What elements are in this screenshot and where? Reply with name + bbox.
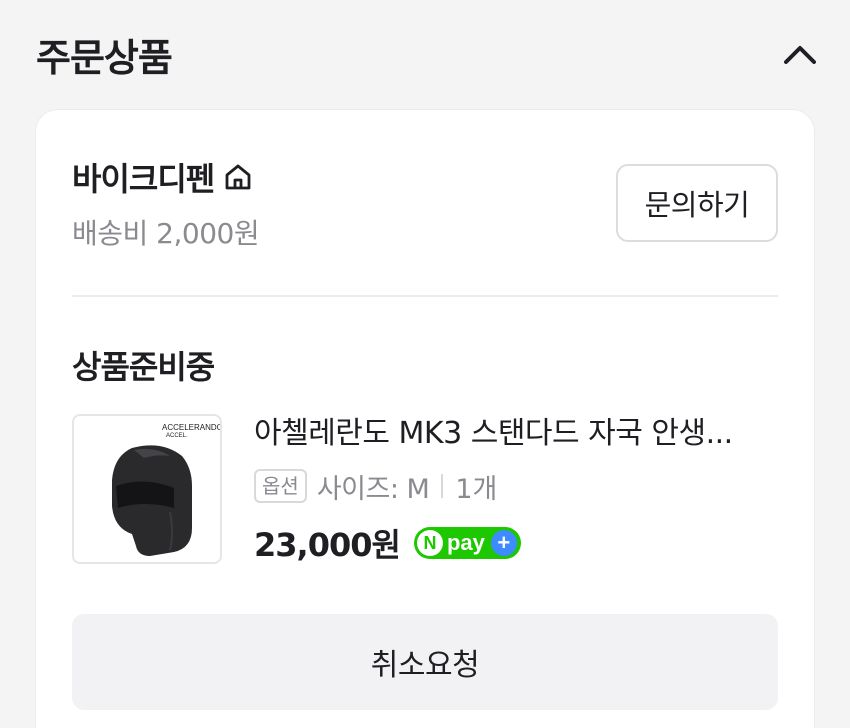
home-icon [225,164,251,190]
product-thumbnail[interactable]: ACCELERANDO ACCEL. [72,414,222,564]
store-name[interactable]: 바이크디펜 [72,154,215,200]
option-badge: 옵션 [254,469,307,503]
chevron-up-icon [784,46,816,64]
balaclava-image: ACCELERANDO ACCEL. [112,423,220,556]
option-separator [441,474,444,498]
product-name[interactable]: 아첼레란도 MK3 스탠다드 자국 안생... [254,414,778,454]
plus-icon: + [490,530,517,556]
inquiry-button[interactable]: 문의하기 [616,164,778,242]
product-info: 아첼레란도 MK3 스탠다드 자국 안생... 옵션 사이즈: M 1개 23,… [254,414,778,566]
option-quantity: 1개 [455,473,498,505]
thumbnail-brand-sub: ACCEL. [166,433,188,439]
thumbnail-brand: ACCELERANDO [162,423,220,432]
product-price: 23,000원 [254,526,401,564]
option-size: 사이즈: M [316,473,430,505]
store-row: 바이크디펜 배송비 2,000원 문의하기 [72,154,778,254]
order-card: 바이크디펜 배송비 2,000원 문의하기 상품준비중 ACCELERANDO … [36,110,814,728]
collapse-button[interactable] [780,34,820,74]
divider [72,295,778,297]
npay-plus-badge: N pay + [413,527,521,559]
npay-text: pay [446,530,485,555]
order-status: 상품준비중 [72,348,215,386]
npay-n-icon: N [416,530,443,556]
section-title: 주문상품 [36,35,173,80]
product-options: 옵션 사이즈: M 1개 [254,466,778,506]
order-items-header: 주문상품 [36,28,820,80]
cancel-request-button[interactable]: 취소요청 [72,614,778,710]
price-line: 23,000원 N pay + [254,520,778,566]
product-item[interactable]: ACCELERANDO ACCEL. 아첼레란도 MK3 스탠다드 자국 안생.… [72,414,778,564]
